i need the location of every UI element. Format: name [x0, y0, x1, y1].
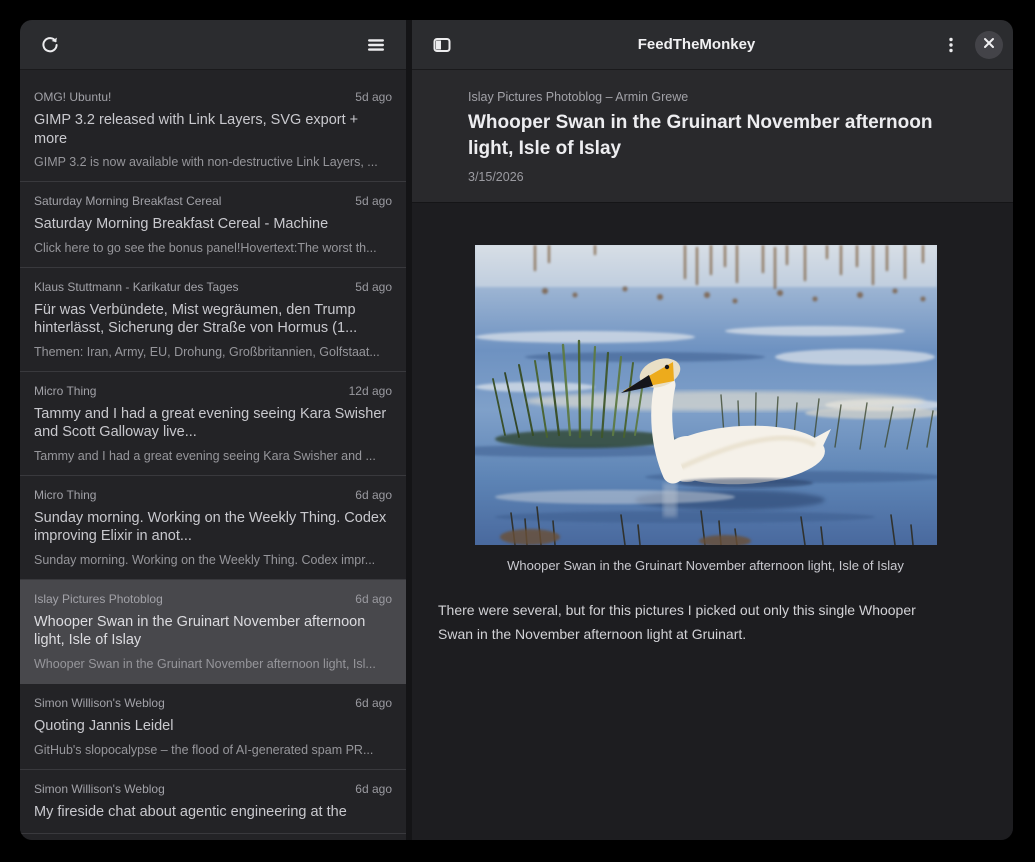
feed-item[interactable]: Simon Willison's Weblog 6d ago My firesi…: [20, 770, 406, 835]
feed-timestamp: 6d ago: [355, 782, 392, 796]
feed-source: Islay Pictures Photoblog: [34, 592, 163, 606]
photo-caption: Whooper Swan in the Gruinart November af…: [475, 558, 937, 573]
article-title: Whooper Swan in the Gruinart November af…: [468, 110, 973, 161]
feed-title: Sunday morning. Working on the Weekly Th…: [34, 509, 392, 546]
article-source: Islay Pictures Photoblog – Armin Grewe: [468, 90, 973, 104]
feed-summary: Sunday morning. Working on the Weekly Th…: [34, 553, 392, 567]
feed-timestamp: 12d ago: [349, 384, 392, 398]
kebab-menu-icon: [942, 36, 960, 54]
feed-title: My fireside chat about agentic engineeri…: [34, 803, 392, 822]
sidebar-toggle-button[interactable]: [426, 29, 458, 61]
feed-source: Micro Thing: [34, 488, 96, 502]
feed-timestamp: 5d ago: [355, 280, 392, 294]
feed-item[interactable]: Micro Thing 12d ago Tammy and I had a gr…: [20, 372, 406, 476]
article-body: Whooper Swan in the Gruinart November af…: [412, 203, 1013, 647]
menu-icon: [366, 35, 386, 55]
feed-timestamp: 6d ago: [355, 488, 392, 502]
feed-source: Micro Thing: [34, 384, 96, 398]
feed-source: OMG! Ubuntu!: [34, 90, 111, 104]
feed-timestamp: 5d ago: [355, 90, 392, 104]
feed-summary: GitHub's slopocalypse – the flood of AI-…: [34, 743, 392, 757]
refresh-icon: [40, 35, 60, 55]
close-button[interactable]: [975, 31, 1003, 59]
app-window: FeedTheMonkey OMG! Ubuntu! 5d ago: [20, 20, 1013, 840]
feed-source: Simon Willison's Weblog: [34, 696, 165, 710]
feed-summary: GIMP 3.2 is now available with non-destr…: [34, 155, 392, 169]
article-header: Islay Pictures Photoblog – Armin Grewe W…: [412, 70, 1013, 203]
feed-source: Saturday Morning Breakfast Cereal: [34, 194, 221, 208]
feed-title: Quoting Jannis Leidel: [34, 717, 392, 736]
feed-summary: Click here to go see the bonus panel!Hov…: [34, 241, 392, 255]
more-options-button[interactable]: [935, 29, 967, 61]
feed-summary: Whooper Swan in the Gruinart November af…: [34, 657, 392, 671]
feed-item-selected[interactable]: Islay Pictures Photoblog 6d ago Whooper …: [20, 580, 406, 684]
menu-button[interactable]: [360, 29, 392, 61]
app-title: FeedTheMonkey: [466, 36, 927, 53]
feed-title: Tammy and I had a great evening seeing K…: [34, 405, 392, 442]
feed-timestamp: 6d ago: [355, 592, 392, 606]
feed-title: Für was Verbündete, Mist wegräumen, den …: [34, 301, 392, 338]
feed-item[interactable]: Saturday Morning Breakfast Cereal 5d ago…: [20, 182, 406, 268]
feed-item[interactable]: OMG! Ubuntu! 5d ago GIMP 3.2 released wi…: [20, 78, 406, 182]
article-panel: Islay Pictures Photoblog – Armin Grewe W…: [412, 70, 1013, 840]
main-toolbar: FeedTheMonkey: [412, 20, 1013, 70]
sidebar-toolbar: [20, 20, 406, 70]
feed-timestamp: 5d ago: [355, 194, 392, 208]
feed-list: OMG! Ubuntu! 5d ago GIMP 3.2 released wi…: [20, 70, 406, 840]
feed-title: GIMP 3.2 released with Link Layers, SVG …: [34, 111, 392, 148]
refresh-button[interactable]: [34, 29, 66, 61]
feed-item[interactable]: Micro Thing 6d ago Sunday morning. Worki…: [20, 476, 406, 580]
sidebar-toggle-icon: [432, 35, 452, 55]
feed-source: Klaus Stuttmann - Karikatur des Tages: [34, 280, 239, 294]
swan-photo: [475, 245, 937, 545]
article-date: 3/15/2026: [468, 170, 973, 184]
feed-timestamp: 6d ago: [355, 696, 392, 710]
article-paragraph: There were several, but for this picture…: [438, 599, 954, 647]
feed-title: Whooper Swan in the Gruinart November af…: [34, 613, 392, 650]
feed-title: Saturday Morning Breakfast Cereal - Mach…: [34, 215, 392, 234]
feed-source: Simon Willison's Weblog: [34, 782, 165, 796]
feed-summary: Themen: Iran, Army, EU, Drohung, Großbri…: [34, 345, 392, 359]
close-icon: [983, 37, 995, 52]
feed-item[interactable]: Simon Willison's Weblog 6d ago Quoting J…: [20, 684, 406, 770]
feed-summary: Tammy and I had a great evening seeing K…: [34, 449, 392, 463]
feed-item[interactable]: Klaus Stuttmann - Karikatur des Tages 5d…: [20, 268, 406, 372]
